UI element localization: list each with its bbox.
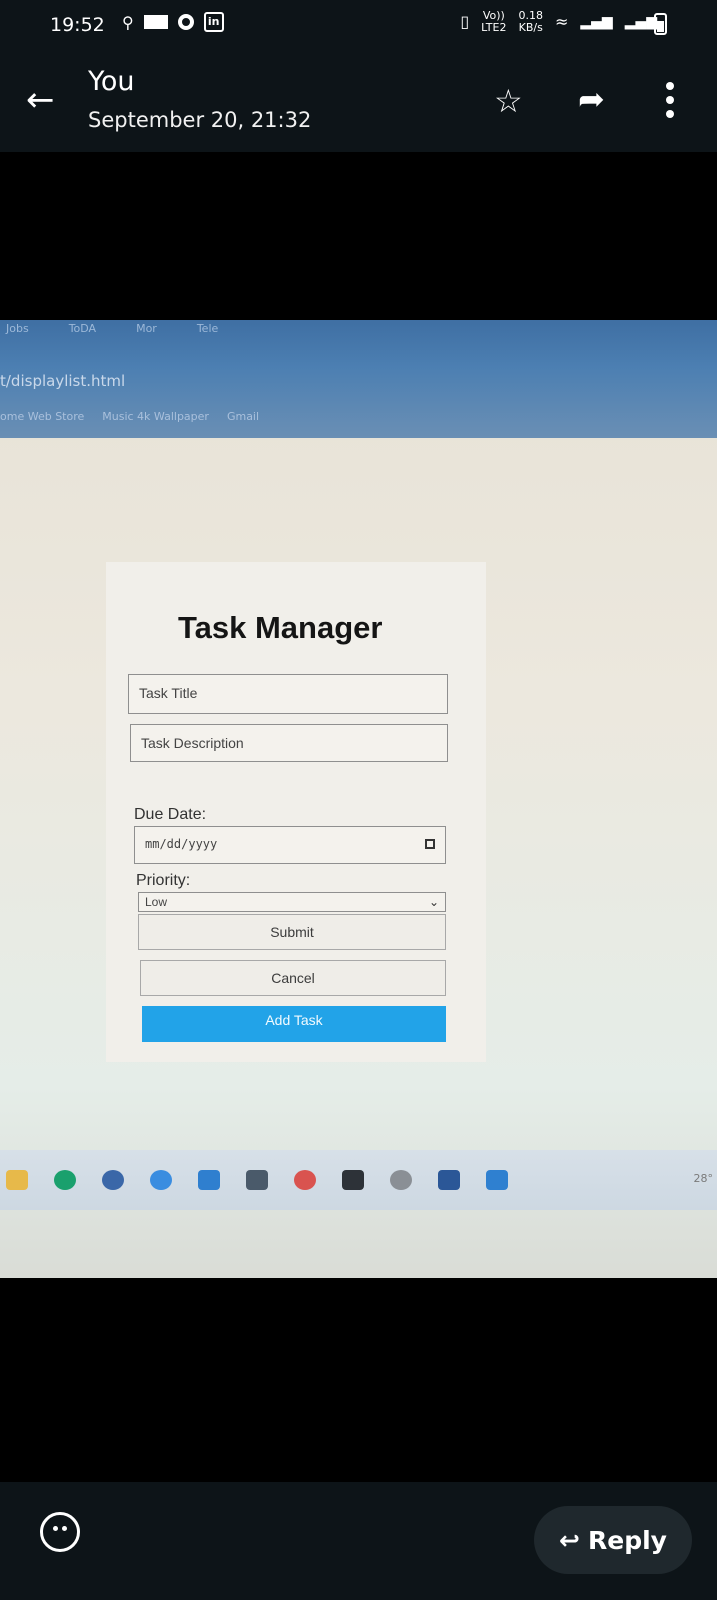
task-title-input: Task Title — [128, 674, 448, 714]
add-reaction-icon[interactable] — [40, 1512, 80, 1552]
app-icon — [342, 1170, 364, 1190]
priority-selected: Low — [145, 895, 168, 909]
bookmark-item: Gmail — [226, 410, 260, 423]
form-title: Task Manager — [178, 610, 383, 645]
status-bar: 19:52 ⚲ in ▯ Vo)) LTE2 0.18 KB/s ≈ ▂▄▆ ▂… — [0, 0, 717, 52]
system-icons: ▯ Vo)) LTE2 0.18 KB/s ≈ ▂▄▆ ▂▄▆ — [460, 10, 657, 34]
settings-icon — [390, 1170, 412, 1190]
browser-chrome: Jobs ToDA Mor Tele t/displaylist.html om… — [0, 320, 717, 438]
weather-temperature: 28° — [693, 1172, 714, 1185]
date-placeholder: mm/dd/yyyy — [145, 837, 218, 851]
cancel-button: Cancel — [140, 960, 446, 996]
store-icon — [486, 1170, 508, 1190]
battery-icon — [654, 13, 667, 35]
vscode-icon — [198, 1170, 220, 1190]
due-date-label: Due Date: — [134, 806, 207, 823]
message-header: ← You September 20, 21:32 ☆ ➦ — [0, 52, 717, 152]
reply-arrow-icon: ↩ — [559, 1525, 580, 1555]
vibrate-icon: ▯ — [460, 12, 470, 31]
chrome-icon — [294, 1170, 316, 1190]
calendar-icon — [425, 839, 435, 849]
signal-icon: ▂▄▆ — [580, 14, 613, 30]
bookmark-item: ome Web Store — [0, 410, 85, 423]
browser-url: t/displaylist.html — [0, 372, 126, 390]
wifi-icon: ≈ — [554, 12, 569, 31]
more-options-icon[interactable] — [666, 82, 674, 118]
chevron-down-icon: ⌄ — [428, 895, 439, 909]
bookmarks-bar: ome Web Store Music 4k Wallpaper Gmail — [0, 410, 259, 423]
record-icon — [177, 14, 194, 30]
file-explorer-icon — [6, 1170, 28, 1190]
windows-taskbar: 28° — [0, 1150, 717, 1210]
reply-label: Reply — [587, 1525, 667, 1555]
browser-tab: Tele — [196, 322, 219, 335]
volte-indicator: Vo)) LTE2 — [481, 10, 506, 34]
data-rate: 0.18 KB/s — [518, 10, 543, 34]
data-rate-unit: KB/s — [518, 21, 543, 34]
add-task-button: Add Task — [142, 1006, 446, 1042]
signal-icon-2: ▂▄▆ — [624, 14, 657, 30]
priority-label: Priority: — [136, 872, 191, 889]
edge-browser-icon — [54, 1170, 76, 1190]
message-date: September 20, 21:32 — [88, 108, 312, 132]
browser-tab: Jobs — [6, 322, 29, 335]
app-icon — [150, 1170, 172, 1190]
star-icon[interactable]: ☆ — [494, 82, 523, 120]
bottom-bar: ↩ Reply — [0, 1482, 717, 1600]
app-icon — [102, 1170, 124, 1190]
app-notification-icon — [143, 15, 168, 29]
bookmark-item: Music 4k Wallpaper — [102, 410, 209, 423]
status-time: 19:52 — [50, 14, 105, 36]
task-description-placeholder: Task Description — [141, 735, 244, 751]
linkedin-icon: in — [203, 12, 224, 32]
forward-icon[interactable]: ➦ — [578, 80, 605, 118]
due-date-input: mm/dd/yyyy — [134, 826, 446, 864]
task-title-placeholder: Task Title — [139, 685, 198, 701]
priority-select: Low ⌄ — [138, 892, 446, 912]
task-manager-form: Task Manager Task Title Task Description… — [106, 562, 486, 1062]
task-description-input: Task Description — [130, 724, 448, 762]
app-icon — [246, 1170, 268, 1190]
browser-tab: Mor — [136, 322, 157, 335]
browser-tabs: Jobs ToDA Mor Tele — [0, 322, 218, 335]
sender-name: You — [88, 66, 135, 97]
reply-button[interactable]: ↩ Reply — [534, 1506, 692, 1574]
notification-icons: ⚲ in — [122, 12, 224, 32]
browser-tab: ToDA — [68, 322, 97, 335]
back-arrow-icon[interactable]: ← — [26, 80, 55, 120]
location-pin-icon: ⚲ — [122, 12, 134, 32]
photo-attachment[interactable]: Jobs ToDA Mor Tele t/displaylist.html om… — [0, 320, 717, 1278]
submit-button: Submit — [138, 914, 446, 950]
word-icon — [438, 1170, 460, 1190]
network-type: LTE2 — [481, 21, 507, 34]
